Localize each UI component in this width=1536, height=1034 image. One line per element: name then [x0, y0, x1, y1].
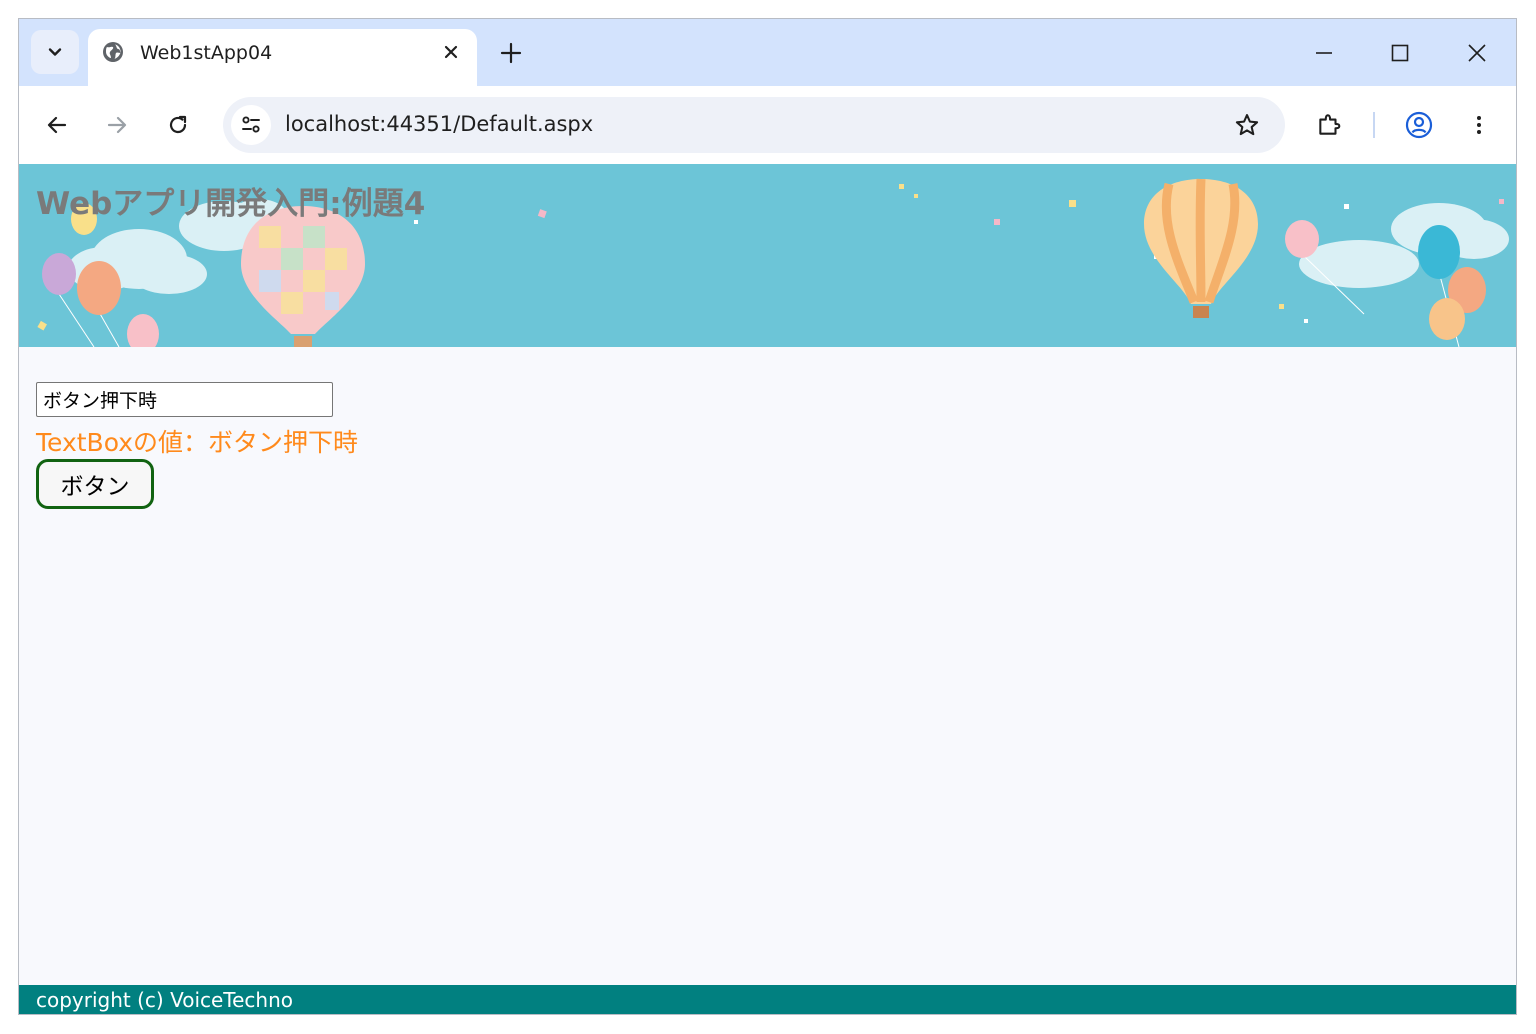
- star-icon: [1235, 114, 1259, 136]
- page-footer: copyright (c) VoiceTechno: [19, 985, 1516, 1014]
- maximize-icon: [1391, 44, 1409, 62]
- reload-button[interactable]: [160, 107, 196, 143]
- close-window-button[interactable]: [1461, 37, 1493, 69]
- forward-button[interactable]: [99, 107, 135, 143]
- back-button[interactable]: [39, 107, 75, 143]
- more-vert-icon: [1477, 116, 1481, 134]
- tab-close-button[interactable]: [438, 39, 464, 65]
- arrow-right-icon: [107, 116, 127, 134]
- minimize-icon: [1316, 52, 1332, 54]
- submit-button[interactable]: ボタン: [36, 459, 154, 509]
- bookmark-button[interactable]: [1231, 109, 1263, 141]
- address-bar[interactable]: localhost:44351/Default.aspx: [223, 97, 1285, 153]
- new-tab-button[interactable]: [497, 39, 525, 67]
- menu-button[interactable]: [1461, 107, 1497, 143]
- text-box-input[interactable]: [36, 382, 333, 417]
- extensions-button[interactable]: [1311, 107, 1347, 143]
- close-icon: [1468, 44, 1486, 62]
- reload-icon: [169, 115, 187, 134]
- arrow-left-icon: [47, 116, 67, 134]
- page-title: Webアプリ開発入門:例題4: [36, 186, 426, 222]
- tune-icon: [242, 116, 260, 133]
- globe-icon: [103, 42, 123, 62]
- site-info-button[interactable]: [231, 105, 271, 145]
- profile-button[interactable]: [1401, 107, 1437, 143]
- url-text[interactable]: localhost:44351/Default.aspx: [285, 112, 593, 136]
- tab-search-button[interactable]: [31, 30, 79, 74]
- copyright-text: copyright (c) VoiceTechno: [36, 988, 294, 1012]
- header-banner: Webアプリ開発入門:例題4: [19, 164, 1516, 347]
- tab-strip: Web1stApp04: [19, 19, 1516, 86]
- plus-icon: [500, 42, 522, 64]
- browser-toolbar: localhost:44351/Default.aspx: [19, 86, 1516, 164]
- profile-icon: [1405, 111, 1433, 139]
- maximize-button[interactable]: [1384, 37, 1416, 69]
- tab-title: Web1stApp04: [140, 42, 273, 64]
- tab-active[interactable]: Web1stApp04: [88, 29, 477, 86]
- result-label: TextBoxの値：ボタン押下時: [36, 428, 359, 457]
- browser-window: Web1stApp04 localhost:44351/Default.aspx…: [18, 18, 1517, 1015]
- toolbar-separator: [1373, 112, 1375, 138]
- minimize-button[interactable]: [1308, 37, 1340, 69]
- puzzle-icon: [1319, 114, 1341, 135]
- page-content: Webアプリ開発入門:例題4 TextBoxの値：ボタン押下時 ボタン copy…: [19, 164, 1516, 1014]
- close-icon: [444, 45, 458, 59]
- chevron-down-icon: [48, 48, 62, 56]
